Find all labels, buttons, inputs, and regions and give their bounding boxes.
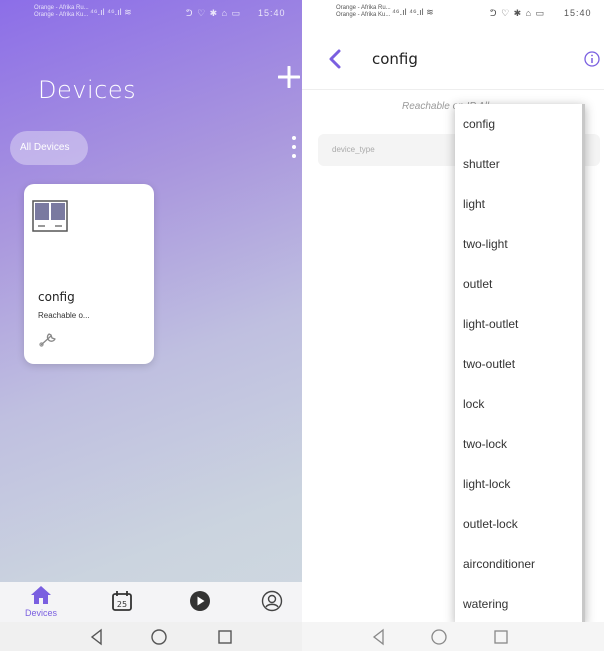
home-circle-icon[interactable]: [150, 628, 168, 646]
clock: 15:40: [564, 8, 592, 18]
device-card-config[interactable]: config Reachable o...: [24, 184, 154, 364]
calendar-day: 25: [117, 600, 127, 609]
status-icons: ᕤ ♡ ✱ ⌂ ▭: [186, 8, 242, 18]
device-name: config: [38, 290, 75, 304]
dropdown-option-light-lock[interactable]: light-lock: [455, 464, 582, 504]
carrier-info: Orange - Afrika Ru... Orange - Afrika Ku…: [34, 5, 89, 19]
back-triangle-icon[interactable]: [370, 628, 388, 646]
more-options-button[interactable]: [290, 136, 298, 158]
nav-calendar[interactable]: 25: [98, 582, 146, 622]
status-bar: Orange - Afrika Ru... Orange - Afrika Ku…: [302, 0, 604, 24]
kebab-dot: [292, 154, 296, 158]
kebab-dot: [292, 145, 296, 149]
dropdown-option-watering[interactable]: watering: [455, 584, 582, 624]
device-status: Reachable o...: [38, 311, 90, 320]
play-icon: [190, 591, 210, 611]
recents-square-icon[interactable]: [492, 628, 510, 646]
back-chevron-icon[interactable]: [326, 48, 344, 70]
system-navigation-bar: [0, 622, 302, 651]
carrier-line-2: Orange - Afrika Ku...: [336, 12, 391, 18]
carrier-line-1: Orange - Afrika Ru...: [336, 5, 391, 11]
calendar-icon: 25: [112, 591, 132, 611]
page-title: config: [372, 50, 418, 68]
filter-chip-all-devices[interactable]: All Devices: [10, 131, 88, 165]
home-circle-icon[interactable]: [430, 628, 448, 646]
home-icon: [31, 586, 51, 604]
nav-play[interactable]: [176, 582, 224, 622]
back-triangle-icon[interactable]: [88, 628, 106, 646]
carrier-info: Orange - Afrika Ru... Orange - Afrika Ku…: [336, 5, 391, 19]
dropdown-option-light-outlet[interactable]: light-outlet: [455, 304, 582, 344]
dropdown-option-outlet[interactable]: outlet: [455, 264, 582, 304]
nav-devices-label: Devices: [24, 608, 57, 618]
signal-icons: ⁴⁶.ıl ⁴⁶.ıl ≋: [90, 7, 132, 17]
kebab-dot: [292, 136, 296, 140]
wrench-icon[interactable]: [38, 330, 62, 348]
info-icon[interactable]: [584, 51, 600, 67]
device-type-dropdown: config shutter light two-light outlet li…: [455, 104, 585, 624]
system-navigation-bar: [302, 622, 604, 651]
dropdown-option-two-lock[interactable]: two-lock: [455, 424, 582, 464]
carrier-line-1: Orange - Afrika Ru...: [34, 5, 89, 11]
carrier-line-2: Orange - Afrika Ku...: [34, 12, 89, 18]
status-bar: Orange - Afrika Ru... Orange - Afrika Ku…: [0, 0, 302, 24]
dropdown-option-airconditioner[interactable]: airconditioner: [455, 544, 582, 584]
app-header: config: [302, 30, 604, 90]
signal-icons: ⁴⁶.ıl ⁴⁶.ıl ≋: [392, 7, 434, 17]
dropdown-option-light[interactable]: light: [455, 184, 582, 224]
nav-devices[interactable]: Devices: [17, 582, 65, 622]
dropdown-option-lock[interactable]: lock: [455, 384, 582, 424]
dropdown-option-shutter[interactable]: shutter: [455, 144, 582, 184]
dropdown-option-config[interactable]: config: [455, 104, 582, 144]
recents-square-icon[interactable]: [216, 628, 234, 646]
clock: 15:40: [258, 8, 286, 18]
add-device-button[interactable]: [276, 64, 302, 90]
user-profile-icon: [261, 590, 283, 612]
device-config-screen: Orange - Afrika Ru... Orange - Afrika Ku…: [302, 0, 604, 651]
dropdown-option-two-outlet[interactable]: two-outlet: [455, 344, 582, 384]
device-type-label: device_type: [332, 145, 375, 154]
plus-icon: [277, 65, 301, 89]
bottom-navigation: Devices 25: [0, 582, 302, 622]
page-title: Devices: [38, 76, 137, 104]
dropdown-option-outlet-lock[interactable]: outlet-lock: [455, 504, 582, 544]
shutter-device-icon: [32, 200, 68, 232]
devices-screen: Orange - Afrika Ru... Orange - Afrika Ku…: [0, 0, 302, 651]
status-icons: ᕤ ♡ ✱ ⌂ ▭: [490, 8, 546, 18]
nav-profile[interactable]: [248, 582, 296, 622]
dropdown-option-two-light[interactable]: two-light: [455, 224, 582, 264]
